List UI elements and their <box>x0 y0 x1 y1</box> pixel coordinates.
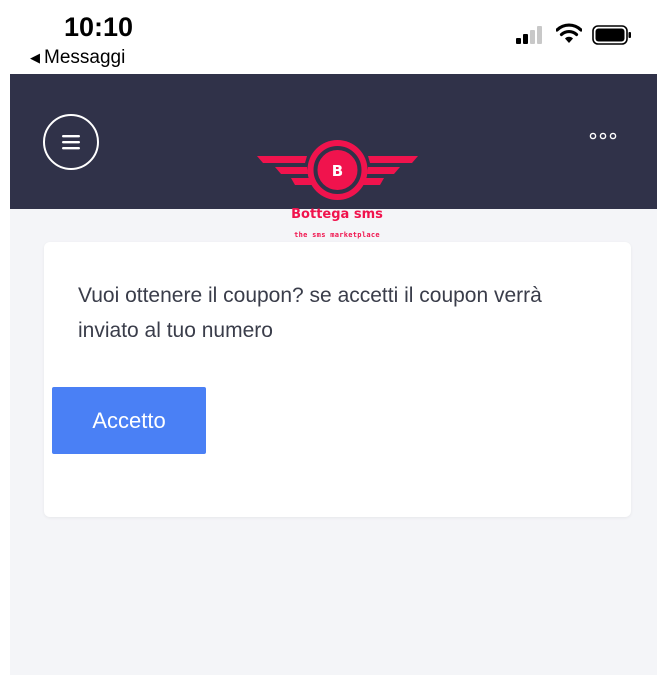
back-label: Messaggi <box>44 47 126 68</box>
coupon-message: Vuoi ottenere il coupon? se accetti il c… <box>78 284 542 342</box>
coupon-card: Vuoi ottenere il coupon? se accetti il c… <box>44 242 631 517</box>
bottega-logo: B <box>257 140 418 200</box>
hamburger-menu-icon <box>62 135 80 150</box>
back-arrow-icon: ◀ <box>30 50 40 65</box>
more-options-icon[interactable] <box>588 129 618 143</box>
back-to-messages-link[interactable]: ◀ Messaggi <box>30 47 125 69</box>
menu-button[interactable] <box>43 114 99 170</box>
wifi-icon <box>556 23 582 43</box>
status-bar: 10:10 ◀ Messaggi <box>0 0 657 74</box>
brand-tagline: the sms marketplace <box>294 231 380 239</box>
logo-letter: B <box>332 162 343 180</box>
brand-name: Bottega sms <box>291 207 383 222</box>
status-time: 10:10 <box>64 12 134 42</box>
cellular-signal-icon <box>516 26 542 44</box>
battery-icon <box>592 25 631 45</box>
accept-button[interactable]: Accetto <box>52 387 206 454</box>
